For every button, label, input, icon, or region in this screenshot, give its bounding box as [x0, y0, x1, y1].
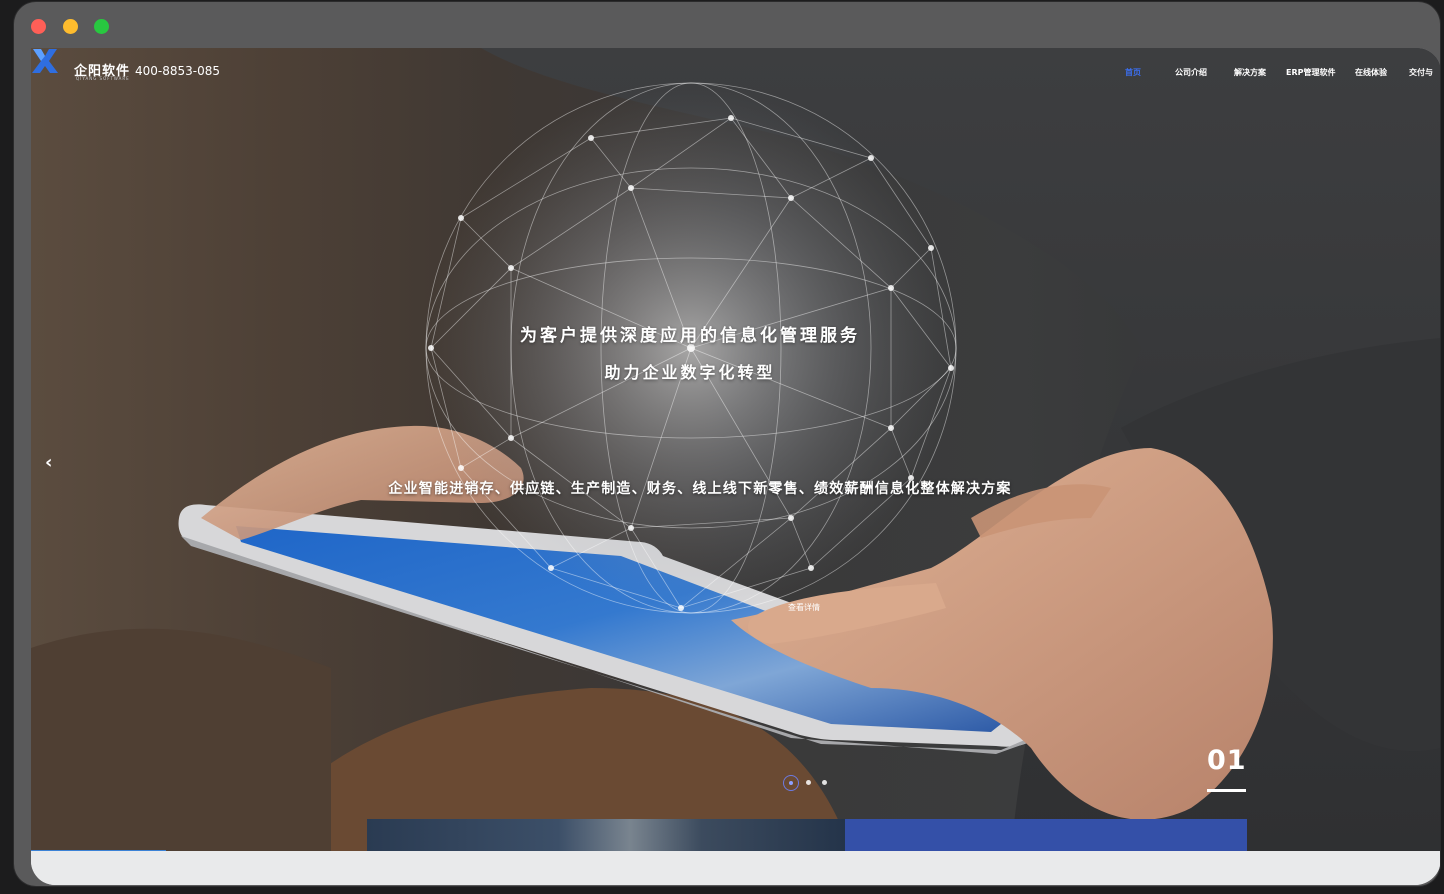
slide-number: 01 — [1207, 745, 1247, 776]
carousel-dot-2[interactable] — [806, 780, 811, 785]
nav-item-home[interactable]: 首页 — [1125, 67, 1141, 78]
feature-card-image[interactable] — [367, 819, 845, 851]
nav-item-about[interactable]: 公司介绍 — [1175, 67, 1207, 78]
chevron-left-icon[interactable]: ‹ — [45, 452, 61, 474]
hero-headline: 为客户提供深度应用的信息化管理服务 — [520, 326, 860, 346]
feature-card-panel[interactable] — [845, 819, 1247, 851]
nav-item-solutions[interactable]: 解决方案 — [1234, 67, 1266, 78]
hero-subheadline: 助力企业数字化转型 — [604, 363, 776, 382]
nav-item-delivery[interactable]: 交付与 — [1409, 67, 1433, 78]
carousel-dot-3[interactable] — [822, 780, 827, 785]
minimize-window-button[interactable] — [63, 19, 78, 34]
slide-number-underline — [1207, 789, 1246, 792]
hotline-number: 400-8853-085 — [135, 64, 221, 78]
nav-item-online-trial[interactable]: 在线体验 — [1355, 67, 1387, 78]
maximize-window-button[interactable] — [94, 19, 109, 34]
logo-subtitle: QIYANG SOFTWARE — [76, 76, 130, 81]
company-logo-icon[interactable] — [31, 48, 59, 74]
carousel-pagination — [780, 775, 830, 791]
site-header: 企阳软件 QIYANG SOFTWARE 400-8853-085 首页 公司介… — [31, 48, 1440, 94]
content-section — [31, 851, 1440, 885]
page-viewport: 企阳软件 QIYANG SOFTWARE 400-8853-085 首页 公司介… — [31, 48, 1440, 885]
close-window-button[interactable] — [31, 19, 46, 34]
hero-background-image — [31, 48, 1440, 851]
nav-item-erp-software[interactable]: ERP管理软件 — [1286, 67, 1336, 78]
carousel-dot-1[interactable] — [783, 775, 799, 791]
hero-banner: 企阳软件 QIYANG SOFTWARE 400-8853-085 首页 公司介… — [31, 48, 1440, 851]
browser-window: 企阳软件 QIYANG SOFTWARE 400-8853-085 首页 公司介… — [14, 2, 1440, 886]
hero-tagline: 企业智能进销存、供应链、生产制造、财务、线上线下新零售、绩效薪酬信息化整体解决方… — [388, 481, 1012, 497]
title-bar — [14, 2, 1440, 48]
view-details-link[interactable]: 查看详情 — [788, 602, 820, 613]
